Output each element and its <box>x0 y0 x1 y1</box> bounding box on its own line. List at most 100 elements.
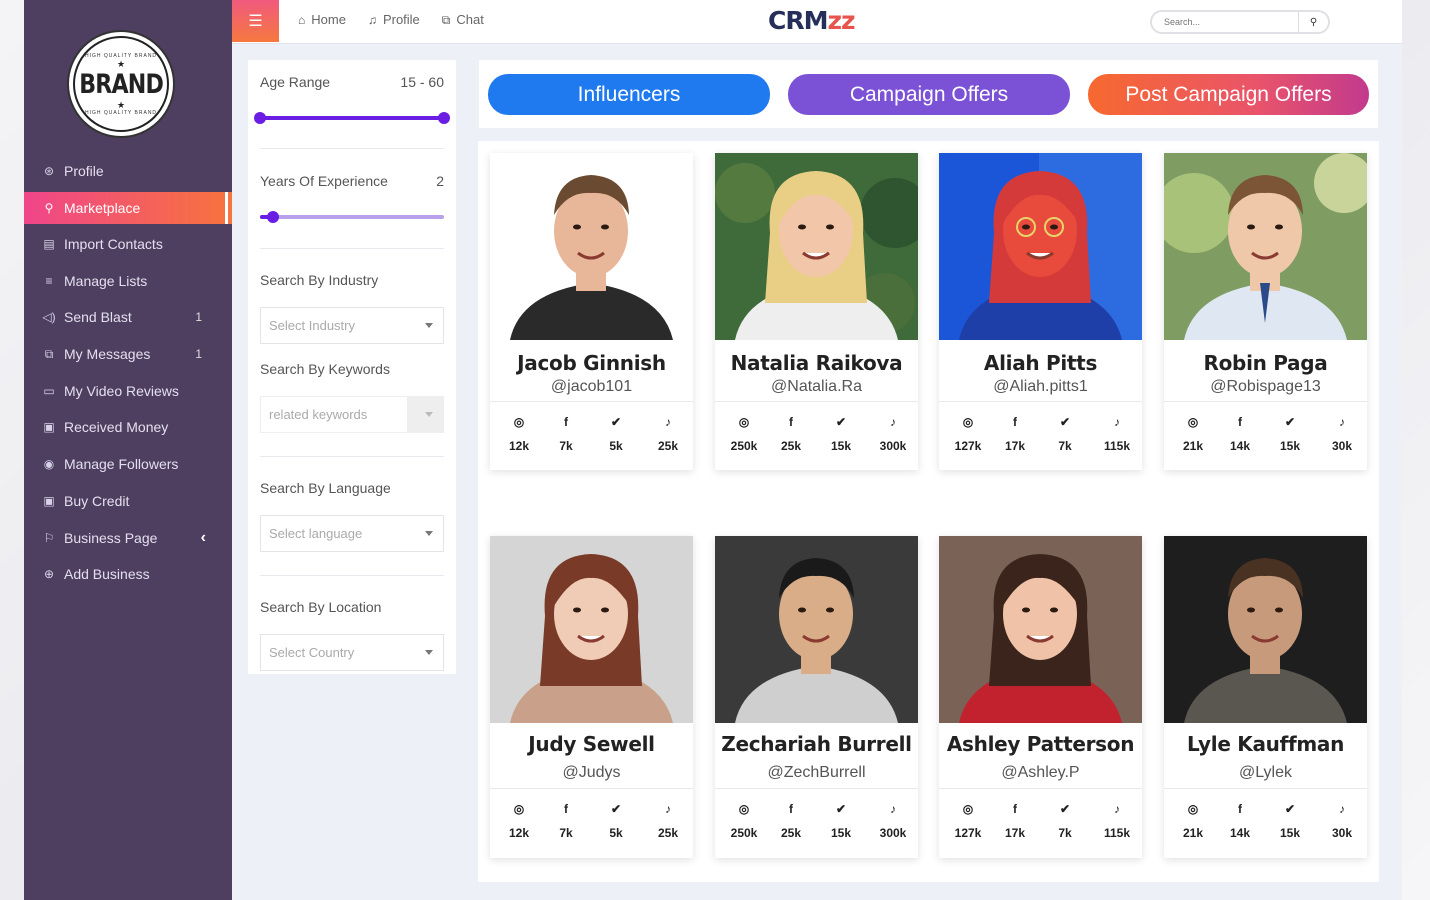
social-stat-facebook[interactable]: f 14k <box>1215 798 1265 840</box>
search-button[interactable]: ⚲ <box>1298 12 1328 32</box>
location-select[interactable]: Select Country <box>260 634 444 671</box>
social-stat-tiktok[interactable]: ♪ 115k <box>1092 411 1142 453</box>
social-stat-facebook[interactable]: f 7k <box>541 411 591 453</box>
tab-influencers[interactable]: Influencers <box>488 74 770 115</box>
sidebar-item-send-blast[interactable]: ◁) Send Blast 1 <box>24 299 232 336</box>
sidebar-item-add-business[interactable]: ⊕ Add Business <box>24 556 232 593</box>
social-stat-twitter[interactable]: ✔ 7k <box>1040 798 1090 840</box>
tab-post-campaign-offers[interactable]: Post Campaign Offers <box>1088 74 1369 115</box>
influencer-handle: @jacob101 <box>550 378 633 395</box>
social-stat-instagram[interactable]: ◎ 127k <box>943 798 993 840</box>
influencer-card[interactable]: Zechariah Burrell @ZechBurrell ◎ 250k f 25k ✔ 1… <box>715 536 918 858</box>
sidebar-item-my-messages[interactable]: ⧉ My Messages 1 <box>24 336 232 373</box>
influencer-name[interactable]: Natalia Raikova <box>715 351 918 375</box>
photo-frame[interactable] <box>490 153 693 340</box>
social-stat-twitter[interactable]: ✔ 15k <box>816 798 866 840</box>
menu-toggle-button[interactable]: ☰ <box>232 0 279 42</box>
social-stat-facebook[interactable]: f 17k <box>990 798 1040 840</box>
social-stat-twitter[interactable]: ✔ 15k <box>1265 798 1315 840</box>
sidebar-item-business-page[interactable]: ⚐ Business Page ‹ <box>24 519 232 556</box>
social-stat-instagram[interactable]: ◎ 127k <box>943 411 993 453</box>
sidebar-item-received-money[interactable]: ▣ Received Money <box>24 409 232 446</box>
influencer-name[interactable]: Ashley Patterson <box>939 732 1142 756</box>
tab-campaign-offers[interactable]: Campaign Offers <box>788 74 1070 115</box>
photo-frame[interactable] <box>1164 536 1367 723</box>
social-stat-instagram[interactable]: ◎ 21k <box>1168 411 1218 453</box>
topnav-home[interactable]: ⌂ Home <box>298 12 346 28</box>
sidebar-item-label: Buy Credit <box>64 492 130 509</box>
social-stat-facebook[interactable]: f 25k <box>766 411 816 453</box>
influencer-name[interactable]: Robin Paga <box>1164 351 1367 375</box>
industry-select[interactable]: Select Industry <box>260 307 444 344</box>
search-input[interactable] <box>1152 12 1298 32</box>
sidebar-item-my-video-reviews[interactable]: ▭ My Video Reviews <box>24 372 232 409</box>
social-stat-instagram[interactable]: ◎ 250k <box>719 798 769 840</box>
influencer-card[interactable]: Natalia Raikova @Natalia.Ra ◎ 250k f 25k ✔ 15k ♪… <box>715 153 918 470</box>
follower-count: 5k <box>609 439 623 453</box>
follower-count: 21k <box>1182 439 1204 453</box>
social-stat-tiktok[interactable]: ♪ 30k <box>1317 411 1367 453</box>
topnav-profile[interactable]: ♫ Profile <box>368 12 420 28</box>
influencer-card[interactable]: Aliah Pitts @Aliah.pitts1 ◎ 127k f 17k ✔ 7k ♪ 115… <box>939 153 1142 470</box>
age-min-handle[interactable] <box>254 112 266 124</box>
sidebar-item-marketplace[interactable]: ⚲ Marketplace <box>24 191 232 224</box>
social-stat-tiktok[interactable]: ♪ 25k <box>643 411 693 453</box>
sidebar-item-profile[interactable]: ⊛ Profile <box>24 153 232 190</box>
tiktok-icon: ♪ <box>665 415 671 429</box>
photo-frame[interactable] <box>715 153 918 340</box>
sidebar-item-manage-followers[interactable]: ◉ Manage Followers <box>24 446 232 483</box>
social-stat-tiktok[interactable]: ♪ 300k <box>868 411 918 453</box>
influencer-card[interactable]: Judy Sewell @Judys ◎ 12k f 7k ✔ 5k ♪ 25k <box>490 536 693 858</box>
experience-slider[interactable] <box>260 211 444 223</box>
social-stat-tiktok[interactable]: ♪ 25k <box>643 798 693 840</box>
language-select[interactable]: Select language <box>260 515 444 552</box>
influencer-name[interactable]: Lyle Kauffman <box>1164 732 1367 756</box>
influencer-name[interactable]: Aliah Pitts <box>939 351 1142 375</box>
messages-icon: ⧉ <box>44 346 54 361</box>
social-stat-facebook[interactable]: f 17k <box>990 411 1040 453</box>
influencer-card[interactable]: Lyle Kauffman @Lylek ◎ 21k f 14k ✔ 15k ♪ 30k <box>1164 536 1367 858</box>
social-stat-tiktok[interactable]: ♪ 30k <box>1317 798 1367 840</box>
photo-frame[interactable] <box>715 536 918 723</box>
chevron-left-icon[interactable]: ‹ <box>201 529 206 547</box>
sidebar-item-label: My Messages <box>64 346 151 363</box>
social-stat-facebook[interactable]: f 25k <box>766 798 816 840</box>
social-stat-instagram[interactable]: ◎ 21k <box>1168 798 1218 840</box>
age-max-handle[interactable] <box>438 112 450 124</box>
social-stat-facebook[interactable]: f 7k <box>541 798 591 840</box>
influencer-card[interactable]: Jacob Ginnish @jacob101 ◎ 12k f 7k ✔ 5k ♪ 25k <box>490 153 693 470</box>
social-stat-facebook[interactable]: f 14k <box>1215 411 1265 453</box>
social-stat-instagram[interactable]: ◎ 12k <box>494 798 544 840</box>
social-stat-twitter[interactable]: ✔ 15k <box>816 411 866 453</box>
sidebar-item-label: Send Blast <box>64 309 132 326</box>
influencer-name[interactable]: Judy Sewell <box>490 732 693 756</box>
keywords-select[interactable]: related keywords <box>260 396 444 433</box>
experience-handle[interactable] <box>266 211 279 223</box>
social-stat-twitter[interactable]: ✔ 15k <box>1265 411 1315 453</box>
influencer-card[interactable]: Robin Paga @Robispage13 ◎ 21k f 14k ✔ 15k ♪ 30k <box>1164 153 1367 470</box>
influencer-card[interactable]: Ashley Patterson @Ashley.P ◎ 127k f 17k ✔ 7k ♪ 11… <box>939 536 1142 858</box>
social-stat-instagram[interactable]: ◎ 12k <box>494 411 544 453</box>
social-stat-tiktok[interactable]: ♪ 300k <box>868 798 918 840</box>
brand-logo[interactable]: HIGH QUALITY BRAND ★ BRAND ★ HIGH QUALIT… <box>67 30 175 138</box>
photo-frame[interactable] <box>939 153 1142 340</box>
social-stat-twitter[interactable]: ✔ 5k <box>591 798 641 840</box>
photo-frame[interactable] <box>939 536 1142 723</box>
influencer-name[interactable]: Zechariah Burrell <box>715 732 918 756</box>
sidebar-item-manage-lists[interactable]: ≡ Manage Lists <box>24 262 232 299</box>
sidebar-item-label: Manage Followers <box>64 456 179 473</box>
sidebar-item-import-contacts[interactable]: ▤ Import Contacts <box>24 226 232 263</box>
photo-frame[interactable] <box>490 536 693 723</box>
social-stat-tiktok[interactable]: ♪ 115k <box>1092 798 1142 840</box>
social-stat-twitter[interactable]: ✔ 7k <box>1040 411 1090 453</box>
topnav-chat[interactable]: ⧉ Chat <box>442 12 484 28</box>
sidebar-item-buy-credit[interactable]: ▣ Buy Credit <box>24 483 232 520</box>
photo-frame[interactable] <box>1164 153 1367 340</box>
influencer-name[interactable]: Jacob Ginnish <box>490 351 693 375</box>
social-stat-instagram[interactable]: ◎ 250k <box>719 411 769 453</box>
industry-row: Search By Industry <box>260 272 444 288</box>
social-stat-twitter[interactable]: ✔ 5k <box>591 411 641 453</box>
influencer-grid: Jacob Ginnish @jacob101 ◎ 12k f 7k ✔ 5k ♪ 25k Nata… <box>478 141 1379 882</box>
topnav-label: Chat <box>456 12 484 27</box>
age-range-slider[interactable] <box>254 112 450 124</box>
